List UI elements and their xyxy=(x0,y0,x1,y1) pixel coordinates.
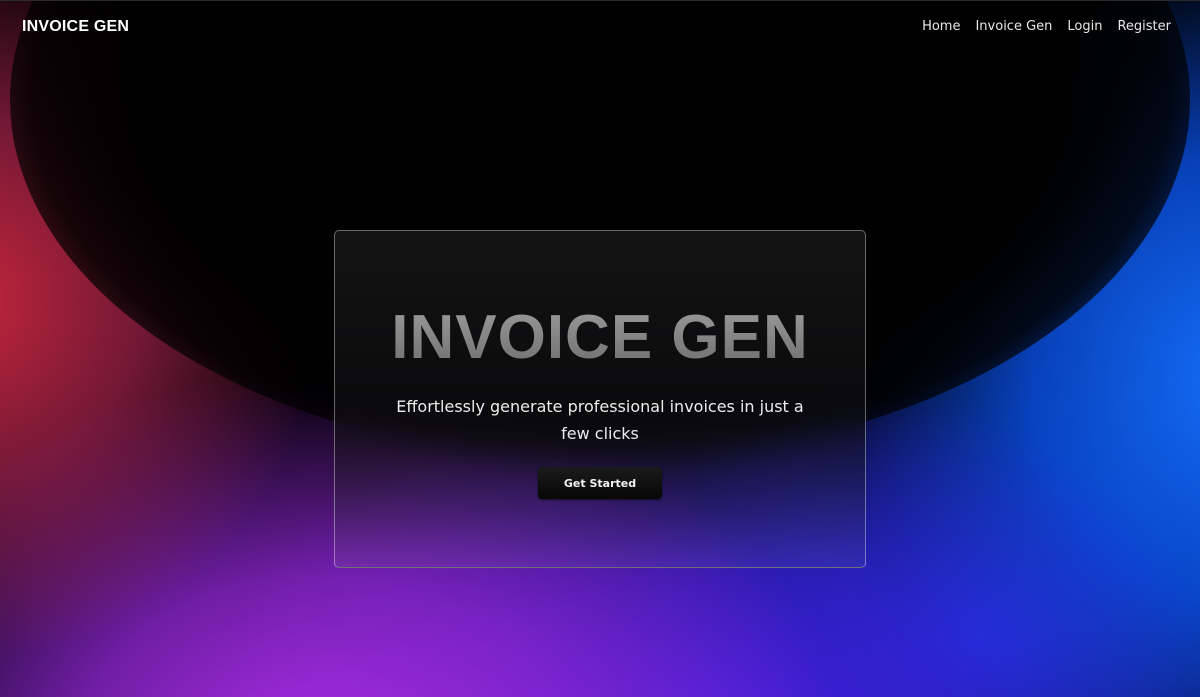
nav-menu: Home Invoice Gen Login Register xyxy=(922,19,1178,34)
hero-card: INVOICE GEN Effortlessly generate profes… xyxy=(334,230,866,568)
nav-link-invoice-gen[interactable]: Invoice Gen xyxy=(975,19,1052,34)
brand-logo[interactable]: INVOICE GEN xyxy=(22,18,129,36)
hero-title: INVOICE GEN xyxy=(335,307,865,369)
landing-page: INVOICE GEN Home Invoice Gen Login Regis… xyxy=(0,0,1200,697)
top-navbar: INVOICE GEN Home Invoice Gen Login Regis… xyxy=(0,0,1200,52)
nav-link-home[interactable]: Home xyxy=(922,19,960,34)
get-started-button[interactable]: Get Started xyxy=(538,467,662,499)
nav-link-login[interactable]: Login xyxy=(1067,19,1102,34)
hero-subtitle: Effortlessly generate professional invoi… xyxy=(396,397,804,443)
nav-link-register[interactable]: Register xyxy=(1117,19,1171,34)
